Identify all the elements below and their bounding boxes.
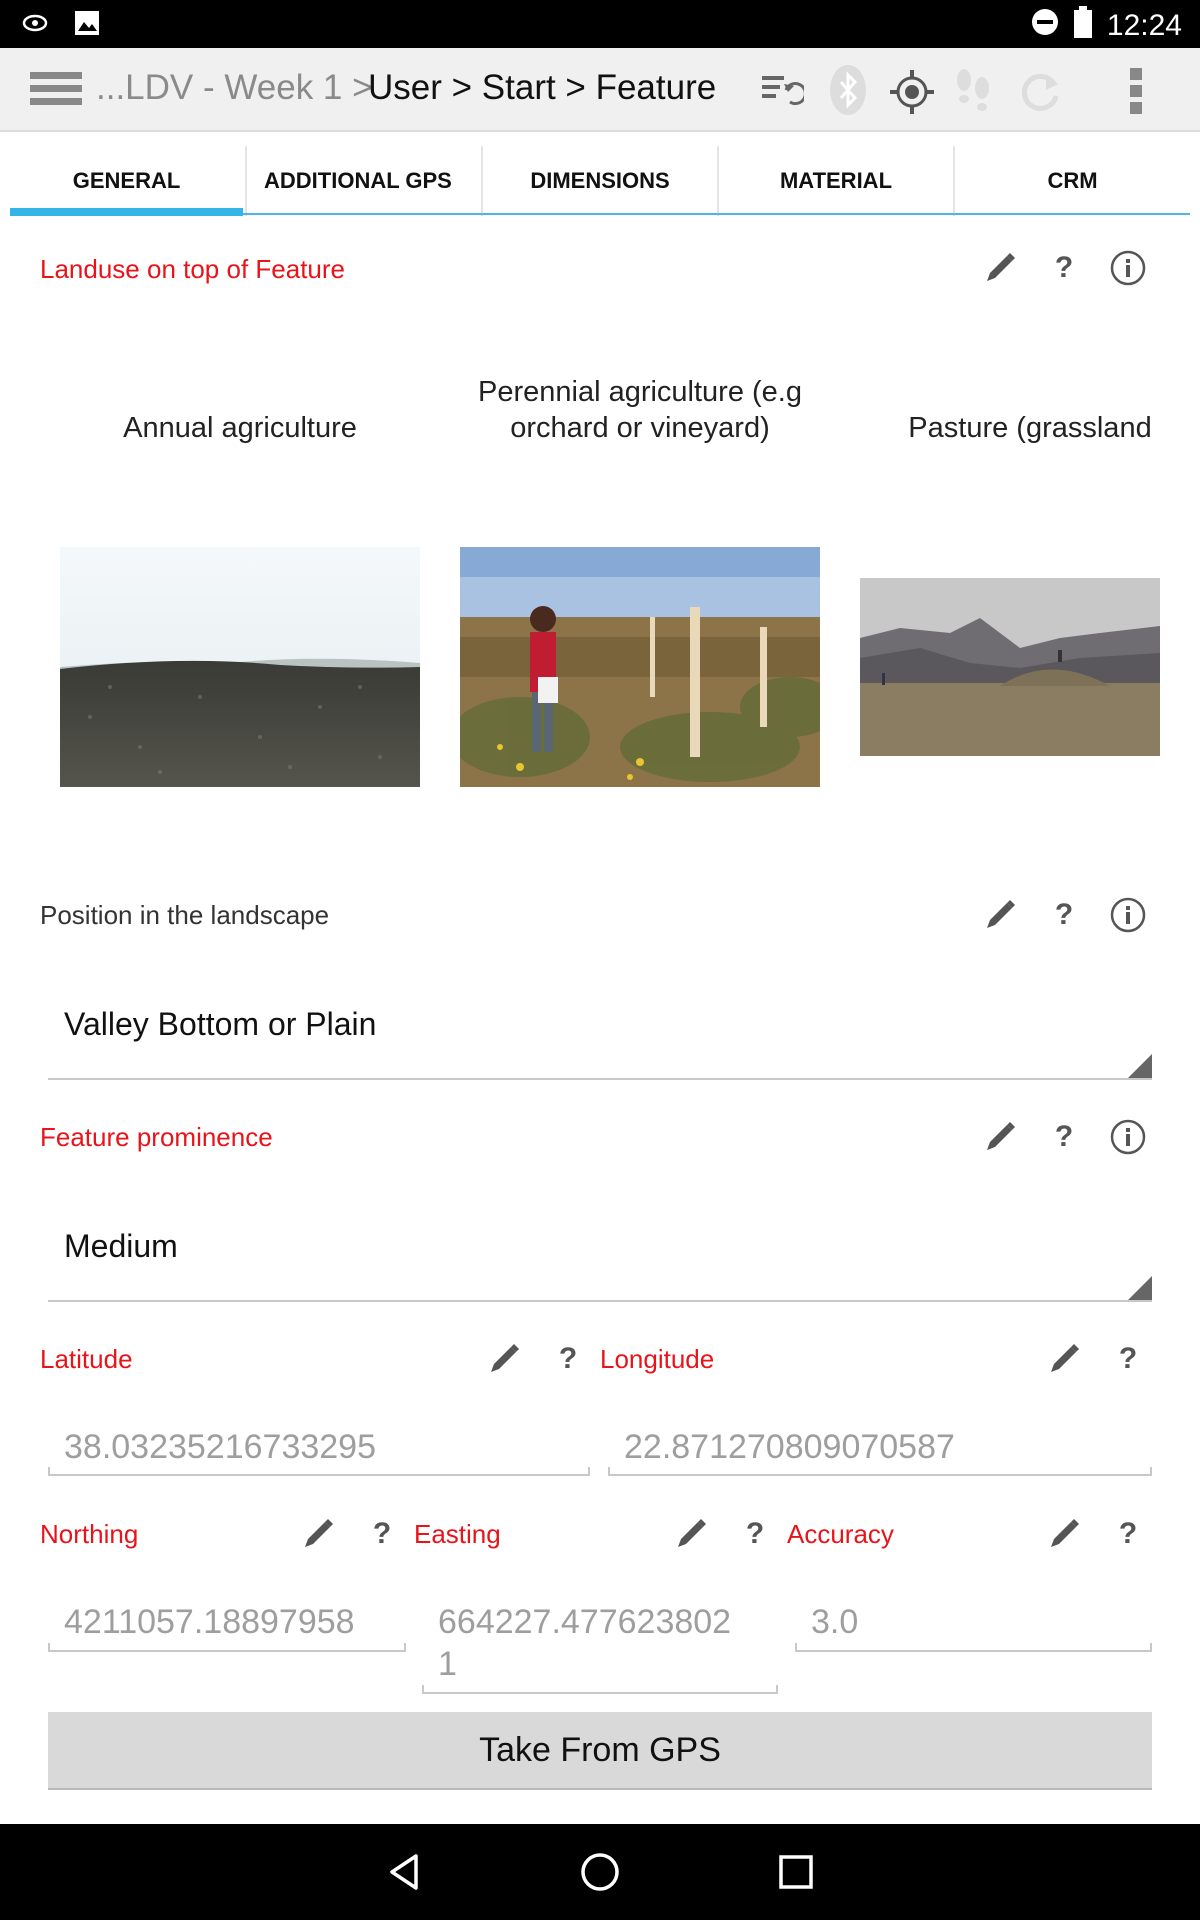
info-icon[interactable] [1110,250,1146,286]
dropdown-arrow-icon [1128,1276,1152,1300]
field-underline [608,1467,610,1475]
battery-icon [1073,6,1093,46]
prominence-dropdown-value: Medium [64,1228,178,1264]
edit-pencil-icon[interactable] [982,250,1018,286]
info-icon[interactable] [1110,1119,1146,1155]
nvidia-icon [22,10,48,41]
refresh-icon[interactable] [1016,68,1064,116]
tab-dimensions[interactable]: DIMENSIONS [483,146,717,216]
landuse-option-annual-agriculture-image[interactable] [60,547,420,787]
accuracy-field[interactable]: 3.0 [811,1601,858,1643]
breadcrumb-current: User > Start > Feature [368,68,717,107]
info-icon[interactable] [1110,897,1146,933]
easting-value-line2: 1 [438,1645,457,1683]
field-underline [588,1467,590,1475]
edit-pencil-icon[interactable] [1046,1516,1082,1552]
field-underline [422,1685,424,1693]
edit-pencil-icon[interactable] [300,1516,336,1552]
landuse-option-perennial-agriculture-image[interactable] [460,547,820,787]
tab-general[interactable]: GENERAL [10,146,243,216]
gps-locate-icon[interactable] [888,68,936,116]
dropdown-underline [48,1078,1152,1080]
field-underline [48,1643,50,1651]
northing-field[interactable]: 4211057.18897958 [64,1601,355,1643]
dropdown-arrow-icon [1128,1054,1152,1078]
edit-pencil-icon[interactable] [1046,1341,1082,1377]
landuse-option-caption: Perennial agriculture (e.g orchard or vi… [477,376,802,444]
tab-material[interactable]: MATERIAL [719,146,953,216]
field-underline [795,1643,797,1651]
dropdown-underline [48,1300,1152,1302]
image-icon [74,10,100,41]
field-underline [404,1643,406,1651]
field-underline [48,1650,406,1652]
clock: 12:24 [1106,9,1182,42]
tab-bar: GENERAL ADDITIONAL GPS DIMENSIONS MATERI… [10,146,1190,216]
field-underline [1150,1643,1152,1651]
field-underline [48,1474,590,1476]
latitude-label: Latitude [40,1344,133,1374]
help-icon[interactable]: ? [364,1516,400,1552]
field-underline [1150,1467,1152,1475]
position-label: Position in the landscape [40,900,330,930]
overflow-icon[interactable] [1124,64,1148,118]
accuracy-label: Accuracy [787,1519,894,1549]
tab-crm[interactable]: CRM [955,146,1190,216]
take-from-gps-button[interactable]: Take From GPS [48,1712,1152,1790]
help-icon[interactable]: ? [1110,1341,1146,1377]
field-underline [608,1474,1152,1476]
longitude-label: Longitude [600,1344,715,1374]
landuse-option-caption: Pasture (grassland [908,412,1152,444]
navigation-bar [0,1824,1200,1920]
bluetooth-icon[interactable] [828,64,868,116]
edit-pencil-icon[interactable] [982,1119,1018,1155]
edit-pencil-icon[interactable] [486,1341,522,1377]
tab-additional-gps[interactable]: ADDITIONAL GPS [247,146,481,216]
landuse-label: Landuse on top of Feature [40,254,346,284]
easting-label: Easting [414,1519,501,1549]
app-bar: ...LDV - Week 1 > User > Start > Feature [0,48,1200,132]
latitude-field[interactable]: 38.03235216733295 [64,1426,376,1468]
recents-icon[interactable] [776,1852,816,1892]
do-not-disturb-icon [1031,8,1059,44]
help-icon[interactable]: ? [1046,1119,1082,1155]
field-underline [48,1467,50,1475]
sync-list-icon[interactable] [760,70,804,110]
menu-icon[interactable] [30,68,82,110]
northing-label: Northing [40,1519,139,1549]
help-icon[interactable]: ? [737,1516,773,1552]
active-tab-indicator [10,208,243,216]
edit-pencil-icon[interactable] [982,897,1018,933]
position-dropdown-value: Valley Bottom or Plain [64,1006,377,1042]
longitude-field[interactable]: 22.871270809070587 [624,1426,955,1468]
home-icon[interactable] [579,1851,621,1893]
easting-value-line1: 664227.477623802 [438,1603,732,1641]
field-underline [422,1692,778,1694]
field-underline [776,1685,778,1693]
help-icon[interactable]: ? [1046,250,1082,286]
landuse-option-pasture-image[interactable] [860,578,1160,756]
breadcrumb-prefix[interactable]: ...LDV - Week 1 > [96,68,373,108]
footsteps-icon[interactable] [952,66,996,116]
help-icon[interactable]: ? [550,1341,586,1377]
back-icon[interactable] [384,1852,424,1892]
status-bar: 12:24 [0,0,1200,48]
field-underline [795,1650,1152,1652]
help-icon[interactable]: ? [1046,897,1082,933]
edit-pencil-icon[interactable] [673,1516,709,1552]
help-icon[interactable]: ? [1110,1516,1146,1552]
landuse-option-caption: Annual agriculture [123,412,357,444]
prominence-label: Feature prominence [40,1122,273,1152]
